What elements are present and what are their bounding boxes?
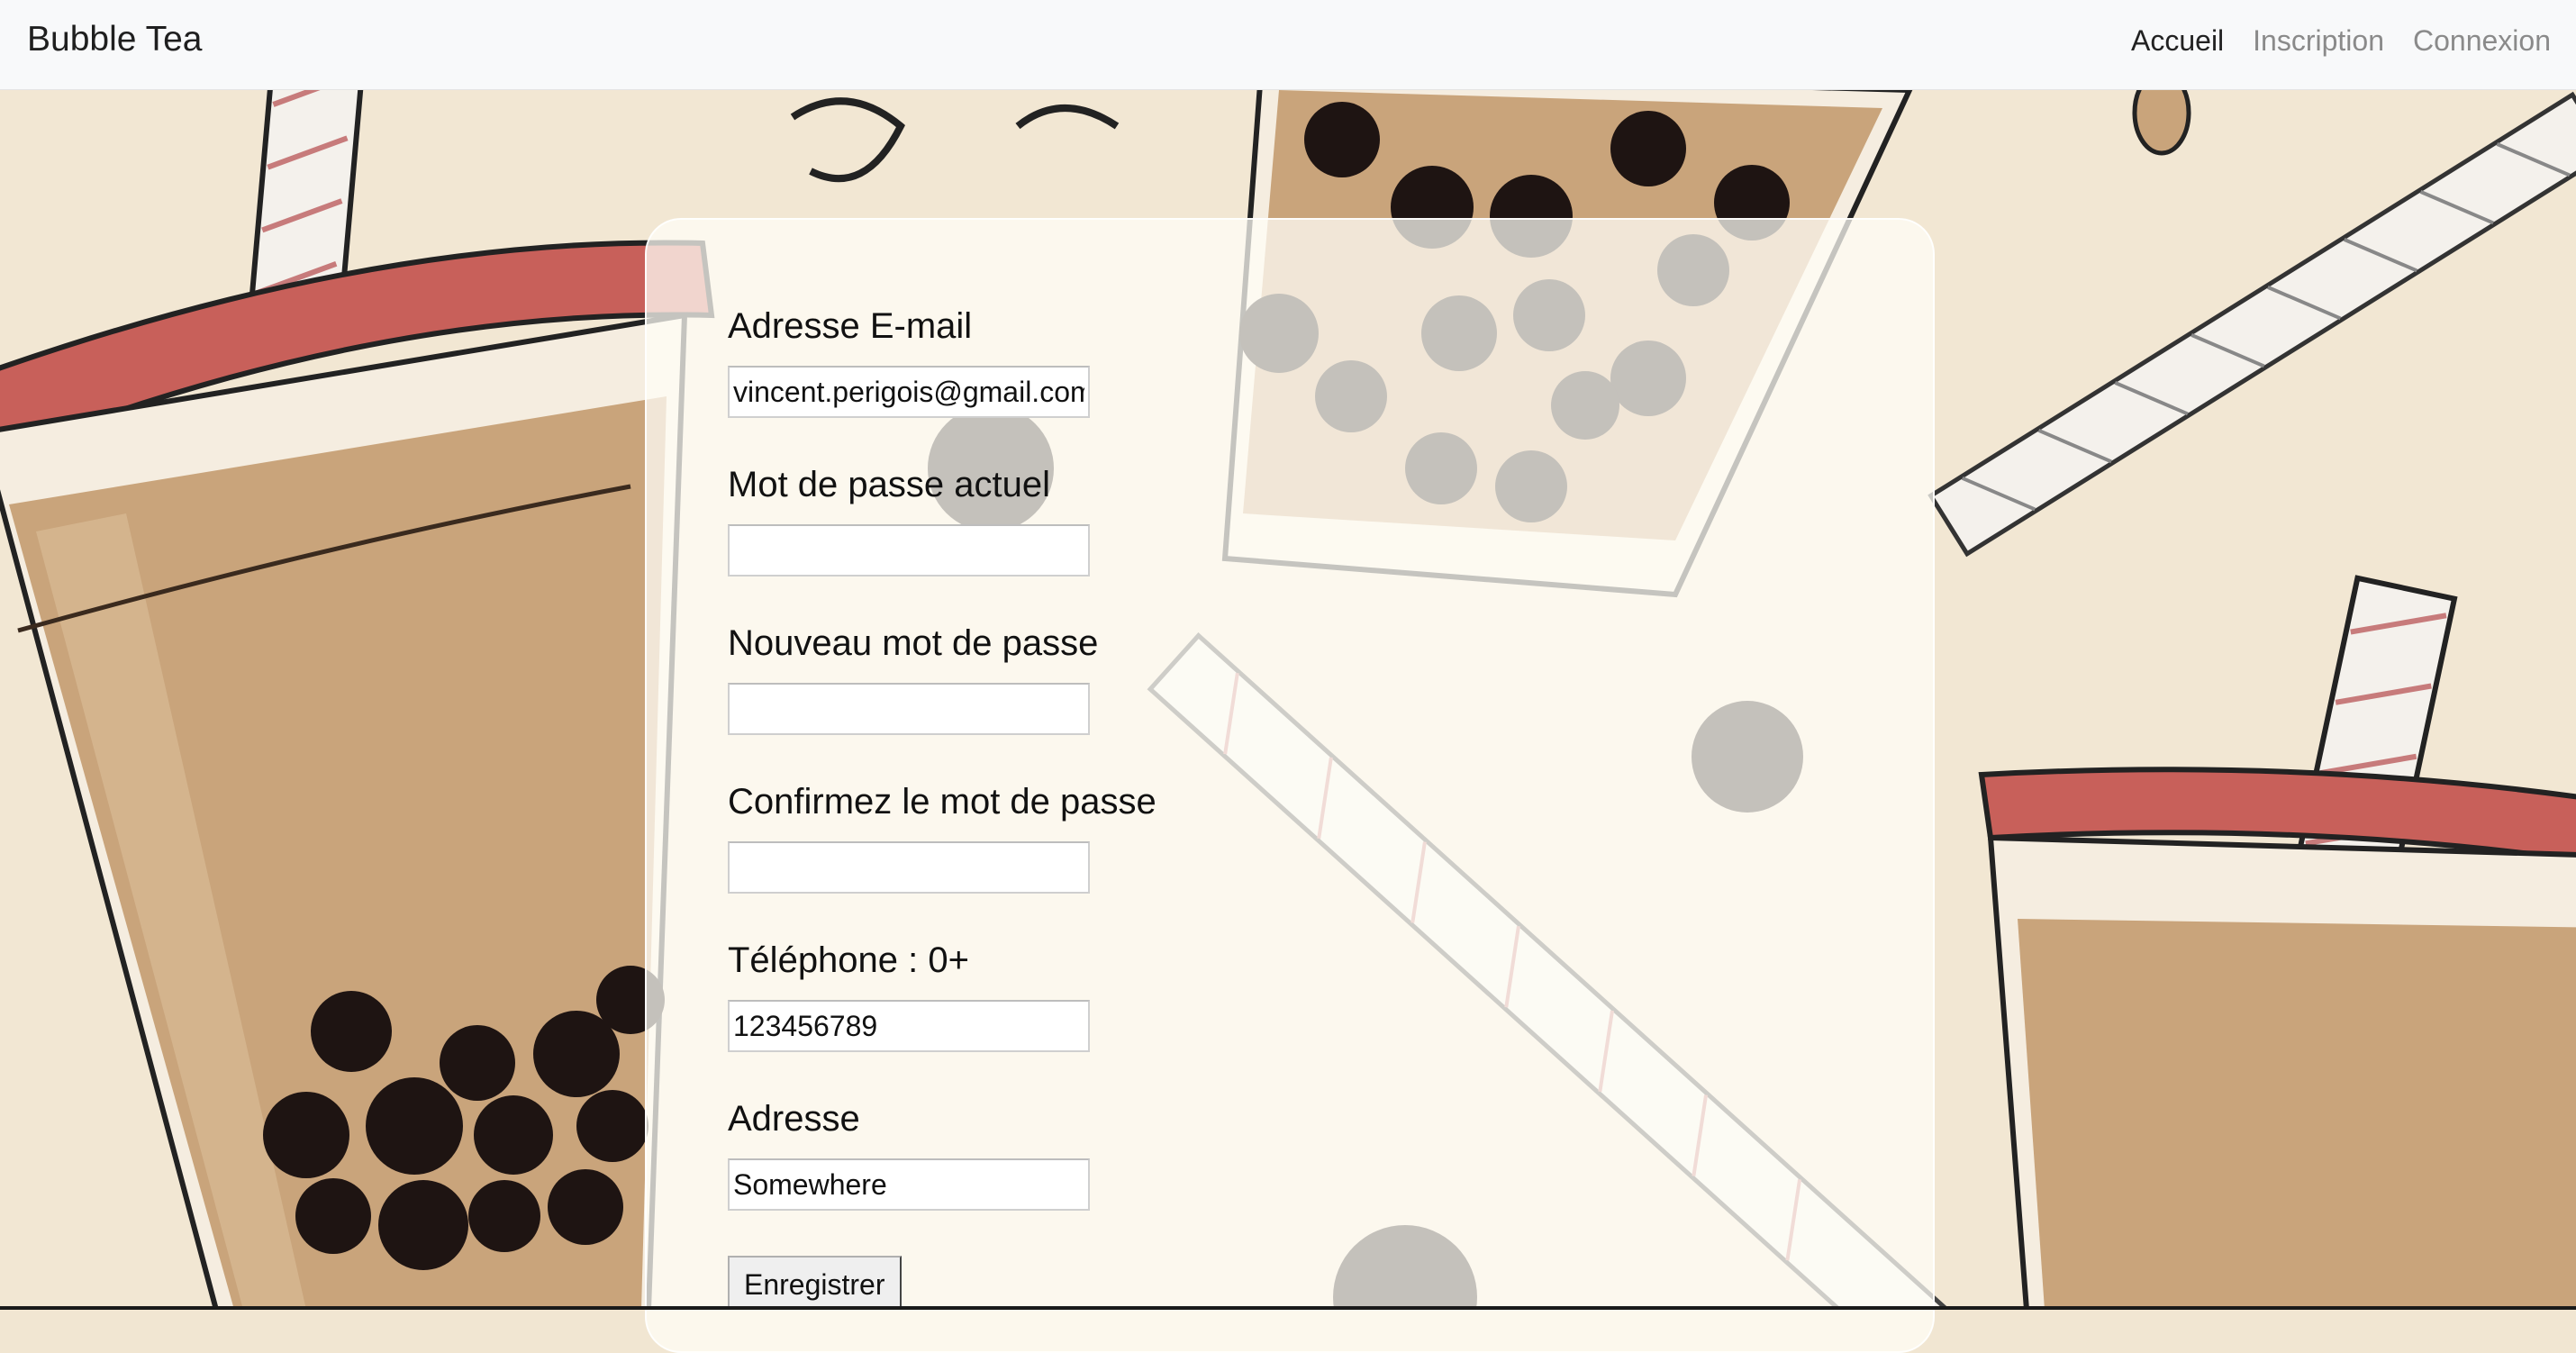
confirm-password-label: Confirmez le mot de passe — [728, 782, 1156, 822]
email-label: Adresse E-mail — [728, 306, 973, 346]
save-button[interactable]: Enregistrer — [728, 1256, 902, 1310]
nav-links: Accueil Inscription Connexion — [2131, 0, 2551, 90]
new-password-field[interactable] — [728, 683, 1090, 735]
confirm-password-field[interactable] — [728, 841, 1090, 894]
account-form-card: Adresse E-mail Mot de passe actuel Nouve… — [645, 218, 1935, 1353]
address-field[interactable] — [728, 1158, 1090, 1211]
window-bottom-edge — [0, 1306, 2576, 1310]
nav-link-accueil[interactable]: Accueil — [2131, 24, 2224, 67]
nav-link-connexion[interactable]: Connexion — [2413, 24, 2551, 67]
brand-link[interactable]: Bubble Tea — [27, 0, 202, 90]
new-password-label: Nouveau mot de passe — [728, 623, 1099, 663]
email-field[interactable] — [728, 366, 1090, 418]
phone-field[interactable] — [728, 1000, 1090, 1052]
address-label: Adresse — [728, 1099, 860, 1139]
nav-link-inscription[interactable]: Inscription — [2253, 24, 2384, 67]
current-password-label: Mot de passe actuel — [728, 465, 1050, 504]
current-password-field[interactable] — [728, 524, 1090, 577]
navbar: Bubble Tea Accueil Inscription Connexion — [0, 0, 2576, 90]
phone-label: Téléphone : 0+ — [728, 940, 969, 980]
